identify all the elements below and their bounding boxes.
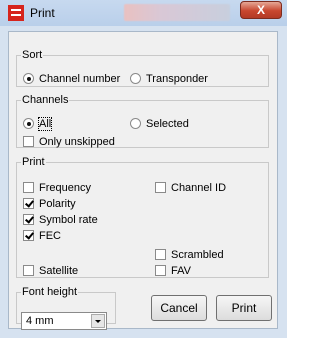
channel-id-checkbox[interactable]: Channel ID <box>155 182 226 194</box>
chevron-down-icon[interactable] <box>91 314 105 328</box>
fec-checkbox[interactable]: FEC <box>23 230 61 242</box>
checkbox-label: Satellite <box>39 265 79 277</box>
checkbox-icon <box>23 182 34 193</box>
checkbox-label: Channel ID <box>171 182 227 194</box>
radio-icon <box>130 118 141 129</box>
radio-label: Transponder <box>146 73 208 85</box>
radio-icon <box>23 73 34 84</box>
radio-label: Channel number <box>39 73 121 85</box>
background-window-tab <box>124 4 230 21</box>
checkbox-icon <box>23 198 34 209</box>
sort-channel-number-radio[interactable]: Channel number <box>23 73 120 85</box>
checkbox-label: Polarity <box>39 198 76 210</box>
sort-legend: Sort <box>22 49 43 61</box>
dialog-client-area: Sort Channel number Transponder Channels… <box>8 31 278 330</box>
radio-label: All <box>37 117 53 131</box>
radio-icon <box>130 73 141 84</box>
only-unskipped-checkbox[interactable]: Only unskipped <box>23 136 115 148</box>
font-height-select[interactable]: 4 mm <box>21 312 107 330</box>
checkbox-icon <box>155 249 166 260</box>
checkbox-icon <box>155 265 166 276</box>
channels-all-radio[interactable]: All <box>23 117 53 131</box>
checkbox-icon <box>23 230 34 241</box>
checkbox-label: FEC <box>39 230 61 242</box>
checkbox-icon <box>155 182 166 193</box>
checkbox-label: FAV <box>171 265 191 277</box>
font-height-group: Font height 4 mm <box>16 286 116 330</box>
app-icon <box>8 5 24 21</box>
title-bar[interactable]: Print X <box>0 0 287 26</box>
window-title: Print <box>30 6 55 20</box>
channels-group: Channels All Selected Only unskipped <box>16 94 269 148</box>
checkbox-icon <box>23 136 34 147</box>
checkbox-label: Symbol rate <box>39 214 98 226</box>
radio-icon <box>23 118 34 129</box>
print-fields-group: Print Frequency Polarity Symbol rate FEC… <box>16 156 269 278</box>
checkbox-label: Only unskipped <box>39 136 115 148</box>
channels-legend: Channels <box>22 94 69 106</box>
cancel-button[interactable]: Cancel <box>151 295 207 321</box>
checkbox-label: Scrambled <box>171 249 224 261</box>
fav-checkbox[interactable]: FAV <box>155 265 191 277</box>
font-height-value: 4 mm <box>26 315 54 327</box>
font-height-legend: Font height <box>22 286 78 298</box>
frequency-checkbox[interactable]: Frequency <box>23 182 91 194</box>
sort-group: Sort Channel number Transponder <box>16 49 269 87</box>
close-button[interactable]: X <box>240 1 282 19</box>
checkbox-label: Frequency <box>39 182 91 194</box>
sort-transponder-radio[interactable]: Transponder <box>130 73 208 85</box>
scrambled-checkbox[interactable]: Scrambled <box>155 249 224 261</box>
radio-label: Selected <box>146 118 189 130</box>
symbol-rate-checkbox[interactable]: Symbol rate <box>23 214 98 226</box>
checkbox-icon <box>23 214 34 225</box>
print-button[interactable]: Print <box>216 295 272 321</box>
polarity-checkbox[interactable]: Polarity <box>23 198 76 210</box>
satellite-checkbox[interactable]: Satellite <box>23 265 78 277</box>
channels-selected-radio[interactable]: Selected <box>130 118 189 130</box>
checkbox-icon <box>23 265 34 276</box>
print-legend: Print <box>22 156 45 168</box>
print-dialog-window: Print X Sort Channel number Transponder … <box>0 0 287 338</box>
